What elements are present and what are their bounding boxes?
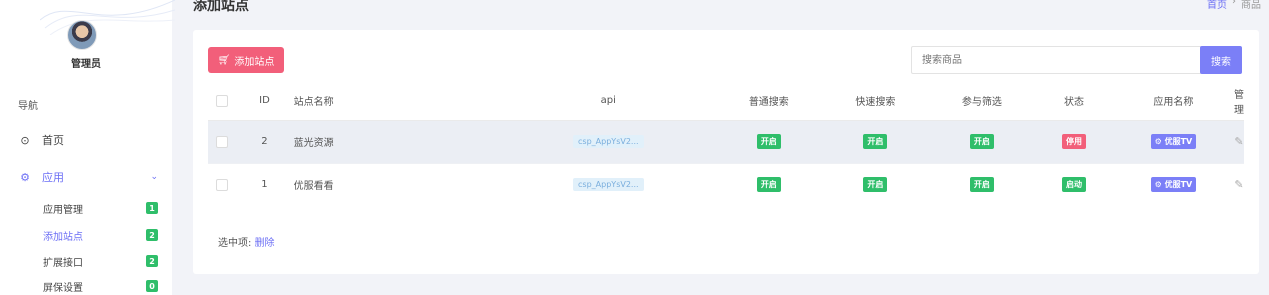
nav-heading: 导航 xyxy=(18,101,38,112)
col-manage: 管理 xyxy=(1234,82,1244,121)
col-site-name: 站点名称 xyxy=(293,82,502,121)
sidebar-item-label: 应用 xyxy=(42,171,64,184)
breadcrumb-current: 商品 xyxy=(1241,0,1261,11)
app-name-badge: ⚙ 优服TV xyxy=(1150,134,1197,149)
row-checkbox[interactable] xyxy=(215,135,228,148)
sidebar-item-apps[interactable]: ⚙ 应用 ⌄ xyxy=(18,168,158,186)
count-badge: 0 xyxy=(146,280,158,292)
normal-search-tag[interactable]: 开启 xyxy=(756,177,781,193)
dashboard-icon: ⊙ xyxy=(20,133,30,147)
sidebar-subitem-screensaver[interactable]: 屏保设置 0 xyxy=(43,278,158,294)
table-row[interactable]: 1 优服看看 csp_AppYsV2... 开启 开启 开启 启动 ⚙ 优服TV… xyxy=(208,162,1244,206)
admin-name: 管理员 xyxy=(71,59,101,70)
bulk-actions: 选中项: 删除 xyxy=(218,234,275,249)
row-checkbox[interactable] xyxy=(215,178,228,191)
subitem-label: 应用管理 xyxy=(43,204,83,216)
count-badge: 2 xyxy=(146,255,158,267)
count-badge: 1 xyxy=(146,202,158,214)
decorative-wave xyxy=(40,0,175,35)
table-header-row: ID 站点名称 api 普通搜索 快速搜索 参与筛选 状态 应用名称 管理 xyxy=(208,82,1244,121)
avatar[interactable] xyxy=(67,20,97,50)
col-quick-search: 快速搜索 xyxy=(822,82,929,121)
filter-tag[interactable]: 开启 xyxy=(969,134,994,149)
search-input[interactable] xyxy=(911,46,1201,74)
table-row[interactable]: 2 蓝光资源 csp_AppYsV2... 开启 开启 开启 停用 ⚙ 优服TV… xyxy=(208,120,1244,163)
cell-site-name: 优服看看 xyxy=(293,162,502,206)
edit-pencil-icon[interactable]: ✎ xyxy=(1234,135,1243,148)
sidebar-subitem-add-site[interactable]: 添加站点 2 xyxy=(43,227,158,243)
status-badge[interactable]: 启动 xyxy=(1062,177,1086,193)
settings-icon: ⚙ xyxy=(20,170,30,184)
api-pill: csp_AppYsV2... xyxy=(573,178,644,192)
quick-search-tag[interactable]: 开启 xyxy=(863,134,888,149)
subitem-label: 屏保设置 xyxy=(43,282,83,294)
main-card: 🛒︎ 添加站点 搜索 ID 站点名称 api 普通搜索 快速搜索 参与筛选 状态… xyxy=(193,30,1259,274)
subitem-label: 扩展接口 xyxy=(43,257,83,269)
add-site-label: 添加站点 xyxy=(234,56,275,68)
breadcrumb-separator: › xyxy=(1232,0,1236,7)
sidebar-subitem-app-manage[interactable]: 应用管理 1 xyxy=(43,200,158,216)
cell-id: 1 xyxy=(235,162,294,206)
breadcrumb-home-link[interactable]: 首页 xyxy=(1207,0,1227,11)
col-api: api xyxy=(501,82,716,121)
normal-search-tag[interactable]: 开启 xyxy=(756,134,781,149)
cart-icon: 🛒︎ xyxy=(217,54,231,66)
add-site-button[interactable]: 🛒︎ 添加站点 xyxy=(208,47,284,73)
search-button[interactable]: 搜索 xyxy=(1200,46,1242,74)
page-title: 添加站点 xyxy=(193,0,249,14)
sidebar: 管理员 导航 ⊙ 首页 ⚙ 应用 ⌄ 应用管理 1 添加站点 2 扩展接口 2 … xyxy=(0,0,175,295)
bulk-delete-link[interactable]: 删除 xyxy=(255,238,275,249)
col-status: 状态 xyxy=(1035,82,1113,121)
col-normal-search: 普通搜索 xyxy=(715,82,823,121)
col-filter: 参与筛选 xyxy=(928,82,1036,121)
selected-label: 选中项: xyxy=(218,238,252,249)
api-pill: csp_AppYsV2... xyxy=(573,135,644,148)
breadcrumb: 首页 › 商品 xyxy=(1207,0,1261,11)
cell-id: 2 xyxy=(235,120,294,163)
select-all-checkbox[interactable] xyxy=(215,94,228,107)
status-badge[interactable]: 停用 xyxy=(1062,134,1086,149)
sidebar-item-home[interactable]: ⊙ 首页 xyxy=(18,131,64,149)
sites-table: ID 站点名称 api 普通搜索 快速搜索 参与筛选 状态 应用名称 管理 2 … xyxy=(208,82,1244,206)
sidebar-subitem-extend-api[interactable]: 扩展接口 2 xyxy=(43,253,158,269)
quick-search-tag[interactable]: 开启 xyxy=(863,177,888,193)
filter-tag[interactable]: 开启 xyxy=(969,177,994,193)
count-badge: 2 xyxy=(146,229,158,241)
cell-site-name: 蓝光资源 xyxy=(293,120,502,163)
subitem-label: 添加站点 xyxy=(43,231,83,243)
col-id: ID xyxy=(235,82,294,121)
chevron-down-icon: ⌄ xyxy=(150,172,158,182)
app-name-badge: ⚙ 优服TV xyxy=(1150,177,1197,193)
sidebar-item-label: 首页 xyxy=(42,134,64,147)
edit-pencil-icon[interactable]: ✎ xyxy=(1234,178,1243,191)
col-app-name: 应用名称 xyxy=(1112,82,1234,121)
